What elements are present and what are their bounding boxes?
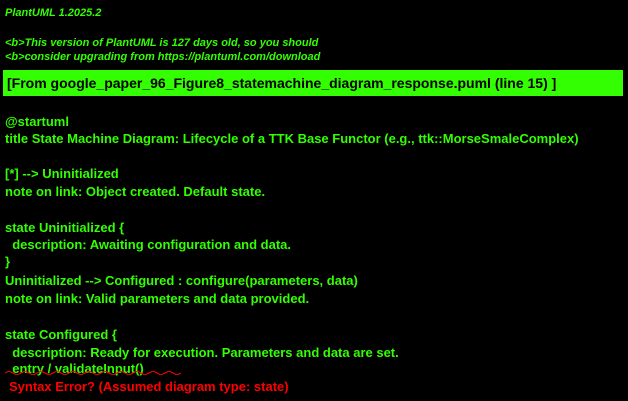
plantuml-error-output: PlantUML 1.2025.2 <b>This version of Pla… xyxy=(0,0,628,401)
syntax-error-message: Syntax Error? (Assumed diagram type: sta… xyxy=(9,379,289,394)
code-line: note on link: Valid parameters and data … xyxy=(5,291,310,306)
code-line: state Uninitialized { xyxy=(5,220,125,235)
code-line: @startuml xyxy=(5,114,69,129)
code-line: description: Ready for execution. Parame… xyxy=(5,345,399,360)
source-file-banner: [From google_paper_96_Figure8_statemachi… xyxy=(3,70,623,96)
upgrade-notice-line-2: <b>consider upgrading from https://plant… xyxy=(5,51,321,63)
code-line: [*] --> Uninitialized xyxy=(5,166,119,181)
source-file-reference: [From google_paper_96_Figure8_statemachi… xyxy=(7,75,557,91)
code-line: title State Machine Diagram: Lifecycle o… xyxy=(5,131,579,146)
code-line: } xyxy=(5,254,11,269)
version-title: PlantUML 1.2025.2 xyxy=(5,7,102,19)
upgrade-notice-line-1: <b>This version of PlantUML is 127 days … xyxy=(5,37,319,49)
code-line: note on link: Object created. Default st… xyxy=(5,184,266,199)
code-line: Uninitialized --> Configured : configure… xyxy=(5,273,358,288)
code-line: description: Awaiting configuration and … xyxy=(5,237,292,252)
error-squiggle-underline xyxy=(5,371,182,375)
code-line: state Configured { xyxy=(5,327,117,342)
